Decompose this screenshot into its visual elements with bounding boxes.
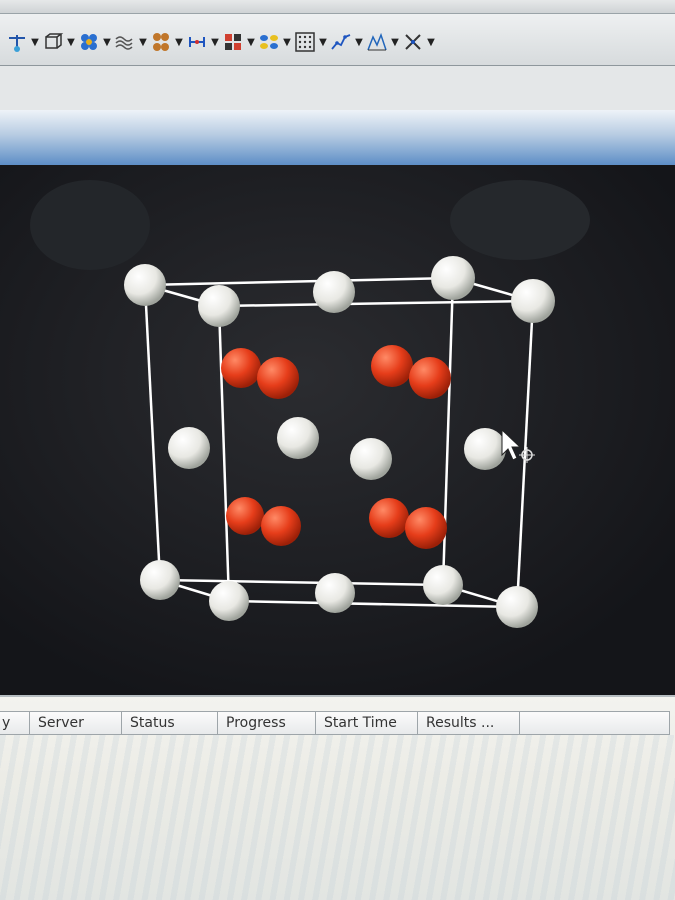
chevron-down-icon[interactable]: ▼ bbox=[138, 31, 148, 53]
application-window: ▼ ▼ ▼ ▼ ▼ ▼ ▼ ▼ ▼ ▼ ▼ ▼ y Server Status … bbox=[0, 0, 675, 900]
column-header-progress[interactable]: Progress bbox=[218, 711, 316, 735]
screen-reflection bbox=[450, 180, 590, 260]
jobs-panel: y Server Status Progress Start Time Resu… bbox=[0, 695, 675, 900]
unit-cell-icon[interactable] bbox=[42, 31, 64, 53]
quad-orbital-icon[interactable] bbox=[258, 31, 280, 53]
chevron-down-icon[interactable]: ▼ bbox=[390, 31, 400, 53]
screen-reflection bbox=[30, 180, 150, 270]
top-toolbar-strip bbox=[0, 0, 675, 14]
atom-sketch-icon[interactable] bbox=[6, 31, 28, 53]
molecule-cluster-icon[interactable] bbox=[78, 31, 100, 53]
white-atom[interactable] bbox=[124, 264, 166, 306]
chevron-down-icon[interactable]: ▼ bbox=[66, 31, 76, 53]
spectrum-icon[interactable] bbox=[366, 31, 388, 53]
column-header-empty bbox=[520, 711, 670, 735]
chevron-down-icon[interactable]: ▼ bbox=[354, 31, 364, 53]
white-atom[interactable] bbox=[511, 279, 555, 323]
white-atom[interactable] bbox=[464, 428, 506, 470]
column-header-results[interactable]: Results ... bbox=[418, 711, 520, 735]
chevron-down-icon[interactable]: ▼ bbox=[282, 31, 292, 53]
chevron-down-icon[interactable]: ▼ bbox=[210, 31, 220, 53]
symmetry-icon[interactable] bbox=[402, 31, 424, 53]
white-atom[interactable] bbox=[209, 581, 249, 621]
jobs-column-headers: y Server Status Progress Start Time Resu… bbox=[0, 711, 670, 735]
red-atom[interactable] bbox=[261, 506, 301, 546]
measure-icon[interactable] bbox=[186, 31, 208, 53]
red-atom[interactable] bbox=[221, 348, 261, 388]
chevron-down-icon[interactable]: ▼ bbox=[174, 31, 184, 53]
red-atom[interactable] bbox=[257, 357, 299, 399]
jobs-list[interactable] bbox=[0, 735, 675, 900]
red-atom[interactable] bbox=[405, 507, 447, 549]
document-title-bar[interactable] bbox=[0, 110, 675, 170]
red-atom[interactable] bbox=[371, 345, 413, 387]
chevron-down-icon[interactable]: ▼ bbox=[426, 31, 436, 53]
white-atom[interactable] bbox=[423, 565, 463, 605]
column-header-status[interactable]: Status bbox=[122, 711, 218, 735]
wave-surface-icon[interactable] bbox=[114, 31, 136, 53]
white-atom[interactable] bbox=[431, 256, 475, 300]
chevron-down-icon[interactable]: ▼ bbox=[246, 31, 256, 53]
white-atom[interactable] bbox=[168, 427, 210, 469]
graph-plot-icon[interactable] bbox=[330, 31, 352, 53]
structure-3d-viewer[interactable] bbox=[0, 165, 675, 695]
white-atom[interactable] bbox=[315, 573, 355, 613]
crystal-structure-canvas bbox=[0, 165, 675, 695]
orbital-icon[interactable] bbox=[150, 31, 172, 53]
main-toolbar: ▼ ▼ ▼ ▼ ▼ ▼ ▼ ▼ ▼ ▼ ▼ ▼ bbox=[0, 14, 675, 66]
column-header-start-time[interactable]: Start Time bbox=[316, 711, 418, 735]
chevron-down-icon[interactable]: ▼ bbox=[30, 31, 40, 53]
white-atom[interactable] bbox=[277, 417, 319, 459]
white-atom[interactable] bbox=[140, 560, 180, 600]
crystal-builder-icon[interactable] bbox=[222, 31, 244, 53]
chevron-down-icon[interactable]: ▼ bbox=[102, 31, 112, 53]
column-header-server[interactable]: Server bbox=[30, 711, 122, 735]
red-atom[interactable] bbox=[369, 498, 409, 538]
column-header[interactable]: y bbox=[0, 711, 30, 735]
red-atom[interactable] bbox=[226, 497, 264, 535]
white-atom[interactable] bbox=[350, 438, 392, 480]
lattice-grid-icon[interactable] bbox=[294, 31, 316, 53]
white-atom[interactable] bbox=[313, 271, 355, 313]
chevron-down-icon[interactable]: ▼ bbox=[318, 31, 328, 53]
toolbar-group: ▼ ▼ ▼ ▼ ▼ ▼ ▼ ▼ ▼ ▼ ▼ ▼ bbox=[6, 28, 436, 56]
white-atom[interactable] bbox=[496, 586, 538, 628]
red-atom[interactable] bbox=[409, 357, 451, 399]
toolbar-spacer bbox=[0, 66, 675, 110]
white-atom[interactable] bbox=[198, 285, 240, 327]
